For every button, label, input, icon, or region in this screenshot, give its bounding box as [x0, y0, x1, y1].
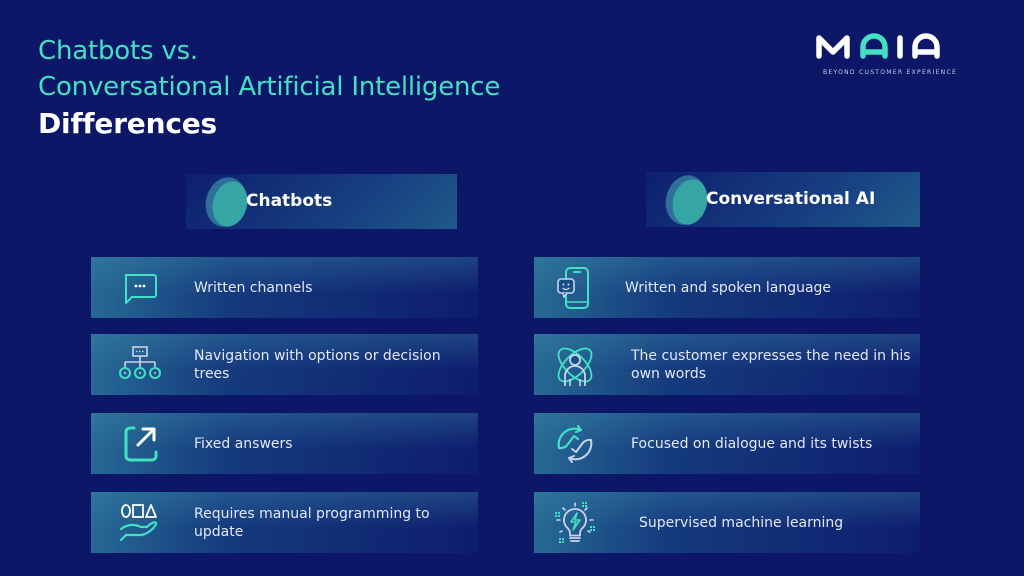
chatbots-item-fixed-answers: Fixed answers — [91, 413, 478, 474]
item-text: Navigation with options or decision tree… — [194, 347, 441, 382]
chat-bubble-icon — [124, 274, 157, 304]
external-arrow-icon — [124, 426, 158, 462]
shapes-hand-icon — [119, 504, 158, 542]
chatbots-item-navigation: Navigation with options or decision tree… — [91, 334, 478, 395]
conversational-ai-item-language: Written and spoken language — [534, 257, 920, 318]
conversational-ai-item-own-words: The customer expresses the need in his o… — [534, 334, 920, 395]
conversational-ai-item-machine-learning: Supervised machine learning — [534, 492, 920, 553]
column-header-label: Chatbots — [246, 191, 333, 211]
item-text: Supervised machine learning — [639, 514, 844, 531]
item-text: Written channels — [194, 279, 313, 296]
logo-letter-a-accent — [860, 33, 888, 59]
logo-letter-a — [912, 33, 940, 59]
lightbulb-bolt-icon — [555, 502, 595, 543]
person-orbit-icon — [557, 347, 593, 386]
title-line-1: Chatbots vs. — [38, 36, 198, 66]
item-text: Written and spoken language — [625, 279, 832, 296]
title-differences: Differences — [38, 107, 217, 140]
item-text: Fixed answers — [194, 435, 293, 452]
chatbots-item-written-channels: Written channels — [91, 257, 478, 318]
logo-letter-m — [816, 35, 850, 59]
title-line-2: Conversational Artificial Intelligence — [38, 72, 501, 102]
column-header-label: Conversational AI — [706, 189, 876, 209]
decision-tree-icon — [119, 346, 161, 379]
conversational-ai-item-dialogue: Focused on dialogue and its twists — [534, 413, 920, 474]
column-header-chatbots: Chatbots — [186, 174, 457, 229]
chatbots-item-manual-programming: Requires manual programming to update — [91, 492, 478, 553]
column-header-conversational-ai: Conversational AI — [646, 172, 920, 227]
phone-chat-icon — [557, 267, 589, 309]
logo-tagline: BEYOND CUSTOMER EXPERIENCE — [822, 69, 958, 76]
item-text: The customer expresses the need in his o… — [631, 347, 911, 382]
refresh-arrows-icon — [557, 424, 593, 463]
item-text: Focused on dialogue and its twists — [631, 435, 873, 452]
item-text: Requires manual programming to update — [194, 505, 430, 540]
